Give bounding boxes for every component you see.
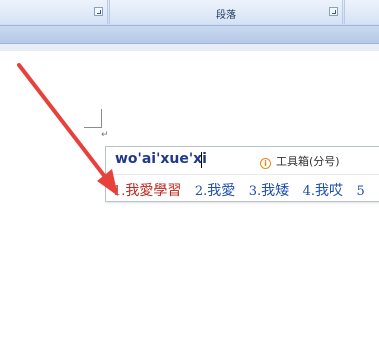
candidate-index: 3. <box>248 184 262 199</box>
ime-toolbox-label: 工具箱(分号) <box>276 155 340 168</box>
ime-candidate-list: 1.我愛學習 2.我愛 3.我矮 4.我哎 5 <box>113 180 374 200</box>
candidate-index: 1. <box>113 184 126 199</box>
candidate-text: 我愛 <box>207 183 236 199</box>
candidate-text: 我哎 <box>314 183 343 199</box>
ime-candidate-5[interactable]: 5 <box>356 183 364 199</box>
candidate-index: 5 <box>356 184 365 199</box>
ime-divider <box>106 174 379 175</box>
ribbon-group-styles <box>344 0 379 24</box>
ime-candidate-window: wo'ai'xue'xi i 工具箱(分号) 1.我愛學習 2.我愛 3.我矮 4… <box>105 146 379 202</box>
ribbon-bottom-band <box>0 26 379 44</box>
ime-candidate-3[interactable]: 3.我矮 <box>249 180 289 200</box>
candidate-index: 4. <box>302 184 315 199</box>
ribbon-group-paragraph-label: 段落 <box>216 10 236 21</box>
ribbon-group-paragraph: 段落 <box>109 0 343 24</box>
text-boundary-corner <box>84 109 102 128</box>
text-caret <box>201 152 202 168</box>
ribbon-group-font <box>0 0 108 24</box>
ime-candidate-2[interactable]: 2.我愛 <box>195 180 235 200</box>
font-dialog-launcher-icon[interactable] <box>94 7 103 16</box>
paragraph-dialog-launcher-icon[interactable] <box>329 7 338 16</box>
ribbon-group-strip: 段落 <box>0 0 379 26</box>
ime-composition-text: wo'ai'xue'xi <box>115 151 207 167</box>
candidate-text: 我愛學習 <box>125 183 182 199</box>
candidate-text: 我矮 <box>261 183 290 199</box>
ime-toolbox-button[interactable]: i 工具箱(分号) <box>260 153 340 169</box>
info-icon: i <box>260 158 271 169</box>
document-top-gap <box>0 44 379 51</box>
ime-candidate-4[interactable]: 4.我哎 <box>303 180 343 200</box>
paragraph-mark-icon: ↵ <box>101 130 109 140</box>
candidate-index: 2. <box>194 184 208 199</box>
ime-candidate-1[interactable]: 1.我愛學習 <box>113 180 181 200</box>
